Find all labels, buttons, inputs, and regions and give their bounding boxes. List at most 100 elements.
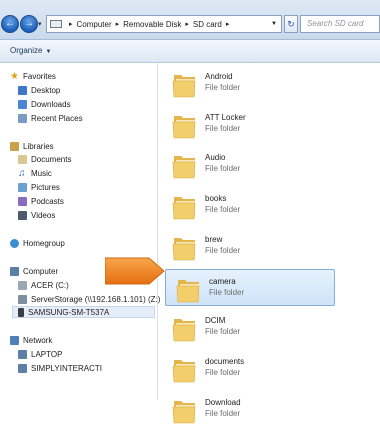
- nav-item-label: Videos: [31, 211, 56, 220]
- folder-item[interactable]: Android File folder: [162, 65, 332, 102]
- nav-item-label: Desktop: [31, 86, 61, 95]
- hard-drive-icon: [18, 281, 27, 291]
- folder-item[interactable]: Audio File folder: [162, 146, 332, 183]
- nav-item-label: SAMSUNG-SM-T537A: [28, 308, 110, 317]
- nav-item-label: LAPTOP: [31, 350, 63, 359]
- breadcrumb-sd-card[interactable]: SD card: [193, 20, 222, 29]
- chevron-right-icon[interactable]: ▸: [116, 20, 120, 28]
- folder-type: File folder: [205, 205, 241, 215]
- folder-item[interactable]: Download File folder: [162, 391, 332, 428]
- folder-name: documents: [205, 356, 245, 366]
- folder-item[interactable]: books File folder: [162, 187, 332, 224]
- homegroup-icon: [10, 239, 19, 249]
- nav-item-documents[interactable]: Documents: [18, 154, 71, 166]
- file-list: Android File folder ATT Locker File folder A…: [158, 63, 380, 423]
- folder-name: Audio: [205, 153, 226, 163]
- folder-item[interactable]: DCIM File folder: [162, 309, 332, 346]
- nav-computer-label: Computer: [23, 267, 59, 276]
- nav-item-label: Pictures: [31, 183, 60, 192]
- folder-type: File folder: [205, 367, 241, 377]
- chevron-right-icon[interactable]: ▸: [185, 20, 189, 28]
- nav-homegroup[interactable]: Homegroup: [10, 238, 65, 250]
- folder-icon: [172, 150, 197, 179]
- folder-type: File folder: [209, 287, 245, 297]
- chevron-right-icon[interactable]: ▸: [69, 20, 73, 28]
- nav-item-videos[interactable]: Videos: [18, 210, 55, 222]
- breadcrumb-computer[interactable]: Computer: [77, 20, 112, 29]
- nav-homegroup-label: Homegroup: [23, 239, 65, 248]
- navigation-pane: ★ Favorites Desktop Downloads Recent Plac…: [0, 63, 160, 400]
- folder-item[interactable]: documents File folder: [162, 350, 332, 387]
- nav-item-pictures[interactable]: Pictures: [18, 182, 60, 194]
- nav-favorites[interactable]: ★ Favorites: [10, 71, 56, 83]
- nav-item-desktop[interactable]: Desktop: [18, 85, 60, 97]
- folder-item[interactable]: brew File folder: [162, 228, 332, 265]
- folder-icon: [172, 313, 197, 342]
- libraries-icon: [10, 142, 19, 152]
- folder-name: camera: [209, 276, 236, 286]
- computer-icon: [18, 364, 27, 374]
- nav-item-downloads[interactable]: Downloads: [18, 99, 71, 111]
- podcasts-icon: [18, 197, 27, 207]
- folder-name: Download: [205, 397, 241, 407]
- folder-icon: [172, 69, 197, 98]
- folder-name: books: [205, 194, 227, 204]
- nav-computer[interactable]: Computer: [10, 266, 58, 278]
- nav-item-label: ACER (C:): [31, 281, 69, 290]
- computer-icon: [18, 350, 27, 360]
- folder-icon: [172, 232, 197, 261]
- nav-item-label: Downloads: [31, 100, 71, 109]
- nav-item-server-storage[interactable]: ServerStorage (\\192.168.1.101) (Z:): [18, 294, 160, 306]
- desktop-icon: [18, 86, 27, 96]
- organize-button[interactable]: Organize ▼: [10, 46, 51, 55]
- folder-name: Android: [205, 72, 233, 81]
- nav-item-music[interactable]: ♫ Music: [18, 168, 52, 180]
- folder-item[interactable]: camera File folder: [165, 268, 335, 306]
- nav-item-label: Documents: [31, 155, 72, 164]
- search-input[interactable]: Search SD card: [300, 15, 380, 33]
- portable-device-icon: [18, 308, 24, 318]
- refresh-button[interactable]: ↻: [284, 15, 298, 33]
- recent-pages-dropdown-icon[interactable]: ▾: [38, 20, 42, 28]
- nav-libraries-label: Libraries: [23, 142, 54, 151]
- computer-icon: [10, 267, 19, 277]
- recent-places-icon: [18, 114, 27, 124]
- callout-arrow: [105, 257, 165, 285]
- nav-item-recent-places[interactable]: Recent Places: [18, 113, 83, 125]
- nav-item-laptop[interactable]: LAPTOP: [18, 349, 62, 361]
- folder-item[interactable]: ATT Locker File folder: [162, 106, 332, 143]
- folder-icon: [172, 110, 197, 139]
- star-icon: ★: [10, 71, 19, 83]
- organize-label: Organize: [10, 46, 43, 55]
- address-history-dropdown-icon[interactable]: ▼: [271, 21, 277, 27]
- nav-item-acer-drive[interactable]: ACER (C:): [18, 280, 69, 292]
- chevron-right-icon[interactable]: ▸: [226, 20, 230, 28]
- network-drive-icon: [18, 295, 27, 305]
- chevron-down-icon: ▼: [45, 49, 52, 55]
- folder-icon: [172, 395, 197, 424]
- nav-network[interactable]: Network: [10, 335, 52, 347]
- downloads-icon: [18, 100, 27, 110]
- drive-icon: [50, 20, 62, 28]
- breadcrumb-removable-disk[interactable]: Removable Disk: [123, 20, 181, 29]
- nav-item-podcasts[interactable]: Podcasts: [18, 196, 64, 208]
- back-button[interactable]: ←: [1, 15, 19, 33]
- network-icon: [10, 336, 19, 346]
- music-icon: ♫: [18, 168, 26, 180]
- nav-item-samsung-device[interactable]: SAMSUNG-SM-T537A: [12, 306, 155, 318]
- nav-item-label: Podcasts: [31, 197, 64, 206]
- folder-type: File folder: [205, 123, 241, 133]
- nav-libraries[interactable]: Libraries: [10, 141, 54, 153]
- folder-type: File folder: [205, 408, 241, 418]
- videos-icon: [18, 211, 27, 221]
- address-bar[interactable]: ▸ Computer ▸ Removable Disk ▸ SD card ▸ …: [46, 15, 282, 33]
- nav-item-label: Recent Places: [31, 114, 83, 123]
- refresh-icon: ↻: [287, 19, 295, 29]
- folder-type: File folder: [205, 327, 241, 337]
- nav-item-label: ServerStorage (\\192.168.1.101) (Z:): [31, 295, 161, 304]
- nav-favorites-label: Favorites: [23, 72, 56, 81]
- nav-item-simplyinteracti[interactable]: SIMPLYINTERACTI: [18, 363, 102, 375]
- pictures-icon: [18, 183, 27, 193]
- folder-type: File folder: [205, 245, 241, 255]
- forward-button[interactable]: →: [20, 15, 38, 33]
